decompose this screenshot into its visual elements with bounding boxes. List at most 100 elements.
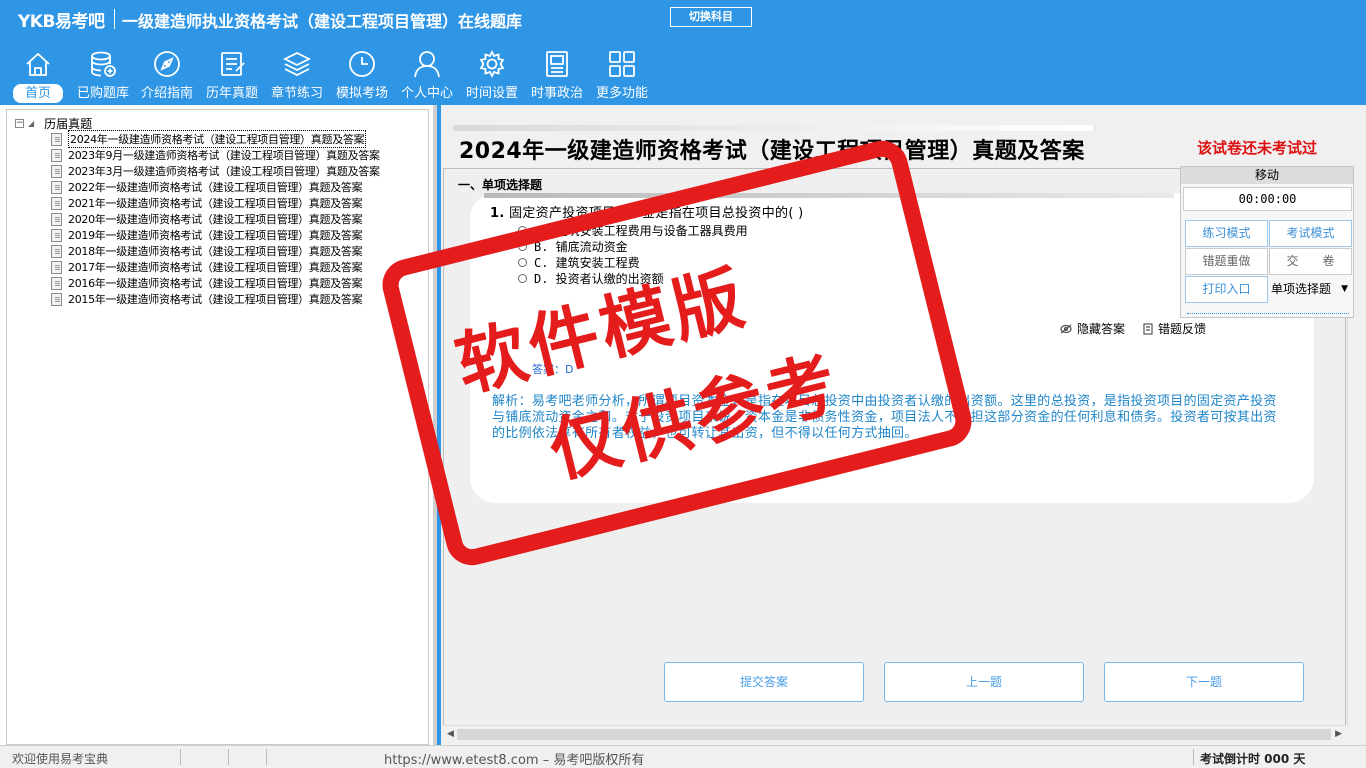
tree-item[interactable]: 2022年一级建造师资格考试（建设工程项目管理）真题及答案: [51, 179, 380, 195]
question-stem: 固定资产投资项目资本金是指在项目总投资中的( ): [509, 206, 804, 221]
nav-item-mock-exam[interactable]: 模拟考场: [329, 44, 395, 104]
question-number: 1.: [490, 206, 505, 221]
compass-icon: [154, 51, 180, 77]
nav-item-purchased[interactable]: 已购题库: [70, 44, 136, 104]
news-icon: [546, 51, 568, 77]
document-icon: [51, 180, 62, 194]
paper-tree: − ◢ 历届真题 2024年一级建造师资格考试（建设工程项目管理）真题及答案 2…: [6, 109, 429, 745]
horizontal-scrollbar[interactable]: ◀ ▶: [443, 725, 1346, 743]
tree-item[interactable]: 2018年一级建造师资格考试（建设工程项目管理）真题及答案: [51, 243, 380, 259]
status-divider: [228, 749, 229, 765]
nav-item-home[interactable]: 首页: [5, 44, 71, 104]
home-icon: [26, 52, 50, 76]
radio-button[interactable]: [518, 226, 527, 235]
document-icon: [51, 276, 62, 290]
tree-item[interactable]: 2024年一级建造师资格考试（建设工程项目管理）真题及答案: [51, 130, 380, 148]
prev-question-button[interactable]: 上一题: [884, 662, 1084, 702]
tree-item[interactable]: 2016年一级建造师资格考试（建设工程项目管理）真题及答案: [51, 275, 380, 291]
nav-label-personal-center: 个人中心: [400, 86, 453, 101]
welcome-text: 欢迎使用易考宝典: [12, 752, 109, 766]
timer-display: 00:00:00: [1183, 187, 1352, 211]
question-type-select[interactable]: 单项选择题 ▼: [1269, 276, 1352, 302]
practice-mode-button[interactable]: 练习模式: [1185, 220, 1268, 247]
chevron-down-icon: ▼: [1341, 284, 1348, 294]
tree-item[interactable]: 2021年一级建造师资格考试（建设工程项目管理）真题及答案: [51, 195, 380, 211]
nav-item-current-affairs[interactable]: 时事政治: [524, 44, 590, 104]
scrollbar-thumb[interactable]: [457, 729, 1331, 740]
nav-item-guide[interactable]: 介绍指南: [134, 44, 200, 104]
tree-list: 2024年一级建造师资格考试（建设工程项目管理）真题及答案 2023年9月一级建…: [51, 130, 380, 307]
option-b[interactable]: B. 铺底流动资金: [518, 238, 628, 255]
tree-item[interactable]: 2020年一级建造师资格考试（建设工程项目管理）真题及答案: [51, 211, 380, 227]
exam-mode-button[interactable]: 考试模式: [1269, 220, 1352, 247]
nav-item-personal-center[interactable]: 个人中心: [394, 44, 460, 104]
nav-item-more[interactable]: 更多功能: [589, 44, 655, 104]
scroll-left-icon[interactable]: ◀: [447, 729, 454, 739]
document-icon: [51, 228, 62, 242]
clock-icon: [349, 51, 375, 77]
gear-icon: [479, 49, 505, 79]
title-decoration: [453, 125, 1093, 131]
option-a[interactable]: A. 建筑安装工程费用与设备工器具费用: [518, 222, 748, 239]
tree-item[interactable]: 2023年9月一级建造师资格考试（建设工程项目管理）真题及答案: [51, 147, 380, 163]
submit-answer-button[interactable]: 提交答案: [664, 662, 864, 702]
nav-label-mock-exam: 模拟考场: [335, 86, 388, 101]
tree-item[interactable]: 2019年一级建造师资格考试（建设工程项目管理）真题及答案: [51, 227, 380, 243]
document-icon: [51, 260, 62, 274]
document-icon: [51, 196, 62, 210]
layers-icon: [282, 51, 312, 77]
question-tools: 隐藏答案 错题反馈: [1060, 320, 1206, 337]
document-icon: [51, 132, 62, 146]
hide-answer-link[interactable]: 隐藏答案: [1060, 320, 1125, 337]
app-logo: YKB易考吧: [18, 12, 105, 32]
tree-root-label: 历届真题: [44, 116, 93, 131]
grid-icon: [609, 51, 635, 77]
status-divider: [266, 749, 267, 765]
nav-label-home: 首页: [13, 84, 63, 103]
nav-label-current-affairs: 时事政治: [530, 86, 583, 101]
tree-item[interactable]: 2023年3月一级建造师资格考试（建设工程项目管理）真题及答案: [51, 163, 380, 179]
question-text: 1. 固定资产投资项目资本金是指在项目总投资中的( ): [490, 202, 804, 221]
tree-item[interactable]: 2015年一级建造师资格考试（建设工程项目管理）真题及答案: [51, 291, 380, 307]
status-bar: 欢迎使用易考宝典 https://www.etest8.com – 易考吧版权所…: [0, 745, 1366, 768]
panel-divider: [1187, 312, 1349, 314]
tree-item[interactable]: 2017年一级建造师资格考试（建设工程项目管理）真题及答案: [51, 259, 380, 275]
nav-label-purchased: 已购题库: [76, 86, 129, 101]
tree-root[interactable]: − ◢ 历届真题: [15, 116, 93, 131]
radio-button[interactable]: [518, 242, 527, 251]
feedback-icon: [1143, 322, 1153, 335]
app-title: 一级建造师执业资格考试（建设工程项目管理）在线题库: [122, 12, 523, 31]
document-icon: [51, 164, 62, 178]
error-feedback-link[interactable]: 错题反馈: [1143, 320, 1206, 337]
collapse-icon[interactable]: −: [15, 118, 24, 128]
radio-button[interactable]: [518, 258, 527, 267]
radio-button[interactable]: [518, 274, 527, 283]
nav-item-past-papers[interactable]: 历年真题: [199, 44, 265, 104]
status-divider: [180, 749, 181, 765]
logo-divider: [114, 9, 115, 29]
nav-item-time-settings[interactable]: 时间设置: [459, 44, 525, 104]
hand-in-button[interactable]: 交 卷: [1269, 248, 1352, 275]
option-d[interactable]: D. 投资者认缴的出资额: [518, 270, 664, 287]
exam-control-panel: 移动 00:00:00 练习模式 考试模式 错题重做 交 卷 打印入口 单项选择…: [1180, 166, 1354, 318]
analysis-text: 解析：易考吧老师分析，所谓项目资本金，是指在项目总投资中由投资者认缴的出资额。这…: [492, 394, 1277, 441]
eye-icon: [1060, 324, 1072, 333]
switch-subject-button[interactable]: 切换科目: [670, 7, 752, 27]
print-button[interactable]: 打印入口: [1185, 276, 1268, 303]
scroll-right-icon[interactable]: ▶: [1335, 729, 1342, 739]
nav-item-chapter-practice[interactable]: 章节练习: [264, 44, 330, 104]
exam-countdown: 考试倒计时 000 天: [1200, 752, 1306, 766]
nav-label-guide: 介绍指南: [140, 86, 193, 101]
database-icon: [91, 51, 116, 77]
redo-wrong-button[interactable]: 错题重做: [1185, 248, 1268, 275]
tree-root-arrow-icon: ◢: [28, 118, 35, 128]
next-question-button[interactable]: 下一题: [1104, 662, 1304, 702]
paper-status: 该试卷还未考试过: [1197, 139, 1318, 157]
status-divider: [1193, 749, 1194, 765]
section-bar: [484, 193, 1174, 198]
option-c[interactable]: C. 建筑安装工程费: [518, 254, 640, 271]
nav-label-more: 更多功能: [595, 86, 648, 101]
move-handle[interactable]: 移动: [1181, 167, 1353, 184]
app-header: YKB易考吧 一级建造师执业资格考试（建设工程项目管理）在线题库 切换科目 首页…: [0, 0, 1366, 104]
nav-label-time-settings: 时间设置: [465, 86, 518, 101]
